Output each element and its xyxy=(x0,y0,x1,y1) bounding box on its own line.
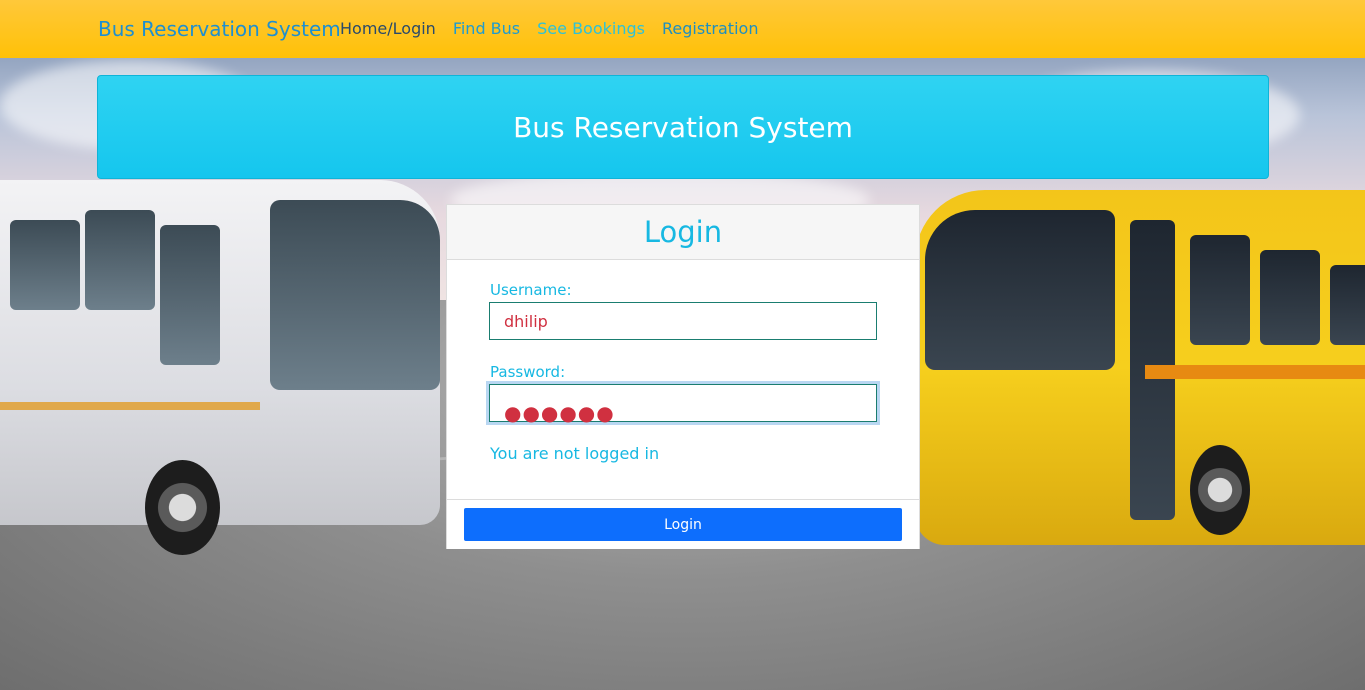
nav-find-bus[interactable]: Find Bus xyxy=(453,19,520,38)
username-label: Username: xyxy=(490,281,572,299)
login-card-footer: Login xyxy=(447,499,919,549)
login-status-text: You are not logged in xyxy=(490,444,660,463)
login-title: Login xyxy=(643,215,723,249)
password-input[interactable] xyxy=(489,384,877,422)
brand-link[interactable]: Bus Reservation System xyxy=(98,17,341,41)
login-card-header: Login xyxy=(447,205,919,260)
login-card: Login Username: Password: ●●●●●● You are… xyxy=(446,204,920,549)
wheel xyxy=(145,460,220,555)
login-card-body: Username: Password: ●●●●●● You are not l… xyxy=(447,260,919,499)
header-banner: Bus Reservation System xyxy=(97,75,1269,179)
wheel xyxy=(1190,445,1250,535)
login-button[interactable]: Login xyxy=(464,508,902,541)
username-input[interactable] xyxy=(489,302,877,340)
nav-home-login[interactable]: Home/Login xyxy=(340,19,436,38)
nav-registration[interactable]: Registration xyxy=(662,19,758,38)
nav-links: Home/Login Find Bus See Bookings Registr… xyxy=(340,19,758,38)
yellow-bus-image xyxy=(915,190,1365,545)
password-label: Password: xyxy=(490,363,566,381)
white-bus-image xyxy=(0,180,440,525)
nav-see-bookings[interactable]: See Bookings xyxy=(537,19,645,38)
banner-title: Bus Reservation System xyxy=(513,110,853,144)
top-navbar: Bus Reservation System Home/Login Find B… xyxy=(0,0,1365,58)
